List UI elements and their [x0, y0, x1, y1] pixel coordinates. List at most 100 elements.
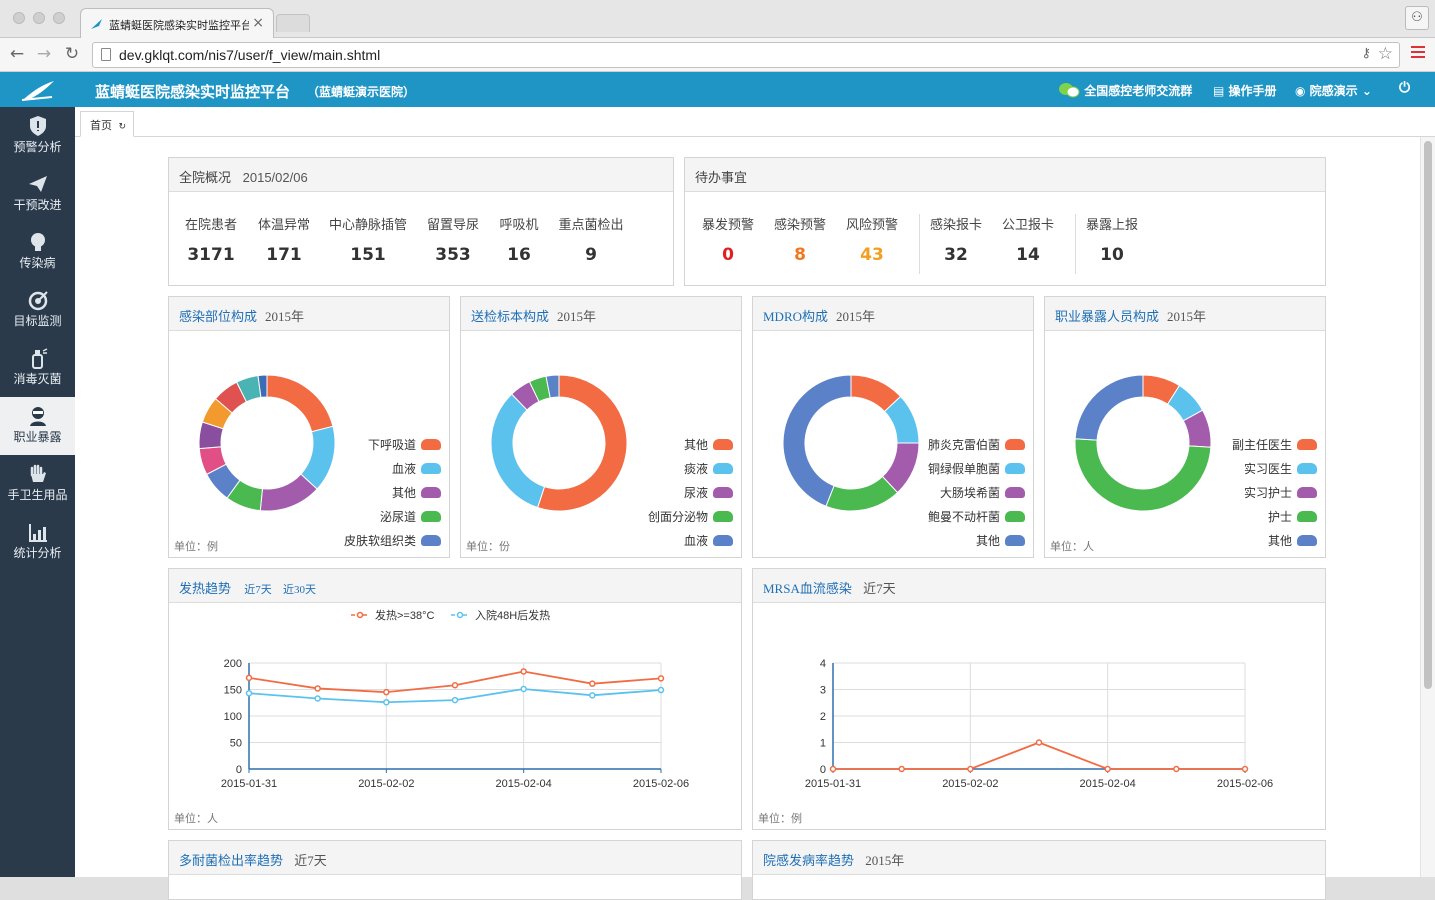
- data-point[interactable]: [451, 682, 459, 689]
- todo-stat[interactable]: 感染预警 8: [760, 214, 840, 265]
- data-point[interactable]: [1035, 739, 1043, 746]
- legend-item[interactable]: 发热>=38°C: [351, 608, 434, 622]
- donut-slice[interactable]: [825, 475, 899, 512]
- sidebar-logo[interactable]: [0, 72, 75, 107]
- data-point[interactable]: [383, 698, 390, 706]
- legend-item[interactable]: 泌尿道: [380, 508, 441, 525]
- legend-item[interactable]: 护士: [1268, 508, 1317, 525]
- donut-title[interactable]: 送检标本构成: [471, 309, 549, 324]
- sidebar-item[interactable]: 消毒灭菌: [0, 339, 75, 397]
- power-icon[interactable]: ⏻: [1399, 80, 1410, 96]
- donut-title[interactable]: 职业暴露人员构成: [1055, 309, 1159, 324]
- overview-stat[interactable]: 体温异常 171: [239, 214, 329, 265]
- window-zoom-dot[interactable]: [53, 12, 65, 24]
- legend-item[interactable]: 肺炎克雷伯菌: [928, 436, 1025, 453]
- donut-slice[interactable]: [1074, 374, 1144, 441]
- bookmark-star-icon[interactable]: ☆: [1378, 44, 1393, 64]
- donut-slice[interactable]: [1074, 438, 1212, 512]
- legend-item[interactable]: 入院48H后发热: [451, 608, 550, 622]
- donut-title[interactable]: 感染部位构成: [179, 309, 257, 324]
- data-point[interactable]: [451, 696, 459, 704]
- data-point[interactable]: [967, 765, 974, 773]
- overview-stat[interactable]: 中心静脉插管 151: [323, 214, 413, 265]
- sidebar-item[interactable]: 统计分析: [0, 513, 75, 571]
- data-point[interactable]: [657, 675, 665, 682]
- data-point[interactable]: [589, 692, 596, 699]
- manual-link[interactable]: ▤ 操作手册: [1213, 82, 1277, 99]
- legend-item[interactable]: 下呼吸道: [368, 436, 441, 453]
- sidebar-item[interactable]: 干预改进: [0, 165, 75, 223]
- data-point[interactable]: [245, 674, 253, 682]
- todo-stat[interactable]: 感染报卡 32: [916, 214, 996, 265]
- todo-stat[interactable]: 风险预警 43: [832, 214, 912, 265]
- donut-slice[interactable]: [490, 393, 546, 509]
- sidebar-item[interactable]: 职业暴露: [0, 397, 75, 455]
- data-point[interactable]: [383, 688, 390, 696]
- data-point[interactable]: [520, 668, 527, 675]
- data-point[interactable]: [898, 765, 905, 773]
- legend-item[interactable]: 大肠埃希菌: [940, 484, 1025, 501]
- overview-stat[interactable]: 重点菌检出 9: [546, 214, 636, 265]
- reload-icon[interactable]: ↻: [61, 43, 83, 65]
- key-icon[interactable]: ⚷: [1361, 46, 1371, 61]
- tab-home[interactable]: 首页 ↻: [80, 111, 134, 137]
- todo-stat[interactable]: 暴发预警 0: [688, 214, 768, 265]
- user-menu[interactable]: ◉ 院感演示 ⌄: [1295, 82, 1372, 99]
- legend-item[interactable]: 实习医生: [1244, 460, 1317, 477]
- donut-title[interactable]: MDRO构成: [763, 309, 828, 324]
- data-point[interactable]: [1173, 765, 1180, 773]
- data-point[interactable]: [314, 695, 321, 702]
- legend-item[interactable]: 血液: [684, 532, 733, 549]
- new-tab-button[interactable]: [276, 14, 310, 32]
- mrsa-title[interactable]: MRSA血流感染: [763, 581, 852, 596]
- data-point[interactable]: [1241, 765, 1249, 773]
- legend-item[interactable]: 实习护士: [1244, 484, 1317, 501]
- legend-item[interactable]: 痰液: [684, 460, 733, 477]
- forward-arrow-icon[interactable]: →: [33, 43, 55, 65]
- mdr-trend-title[interactable]: 多耐菌检出率趋势: [179, 853, 283, 868]
- address-url[interactable]: dev.gklqt.com/nis7/user/f_view/main.shtm…: [119, 47, 380, 63]
- address-bar[interactable]: dev.gklqt.com/nis7/user/f_view/main.shtm…: [92, 42, 1400, 68]
- sidebar-item[interactable]: 手卫生用品: [0, 455, 75, 513]
- donut-slice[interactable]: [782, 374, 852, 507]
- tab-close-icon[interactable]: ×: [252, 15, 264, 31]
- profile-icon[interactable]: ⚇: [1405, 6, 1429, 30]
- window-minimize-dot[interactable]: [33, 12, 45, 24]
- sidebar-item[interactable]: 目标监测: [0, 281, 75, 339]
- todo-stat[interactable]: 公卫报卡 14: [988, 214, 1068, 265]
- wechat-group-link[interactable]: 全国感控老师交流群: [1058, 82, 1192, 99]
- fever-30days-link[interactable]: 近30天: [283, 584, 316, 596]
- data-point[interactable]: [829, 765, 837, 773]
- browser-tab[interactable]: 蓝蜻蜓医院感染实时监控平台 ×: [80, 8, 274, 38]
- legend-item[interactable]: 血液: [392, 460, 441, 477]
- page-scrollbar[interactable]: [1420, 137, 1435, 877]
- scrollbar-thumb[interactable]: [1424, 141, 1432, 689]
- data-point[interactable]: [245, 689, 253, 697]
- legend-item[interactable]: 其他: [684, 436, 733, 453]
- legend-item[interactable]: 其他: [392, 484, 441, 501]
- legend-item[interactable]: 创面分泌物: [648, 508, 733, 525]
- fever-7days-link[interactable]: 近7天: [244, 584, 272, 596]
- browser-menu-icon[interactable]: [1411, 46, 1425, 62]
- window-close-dot[interactable]: [13, 12, 25, 24]
- incidence-title[interactable]: 院感发病率趋势: [763, 853, 854, 868]
- data-point[interactable]: [314, 685, 321, 692]
- fever-title[interactable]: 发热趋势: [179, 581, 231, 596]
- legend-item[interactable]: 铜绿假单胞菌: [928, 460, 1025, 477]
- refresh-icon[interactable]: ↻: [119, 122, 127, 132]
- todo-stat[interactable]: 暴露上报 10: [1072, 214, 1152, 265]
- data-point[interactable]: [1104, 765, 1111, 773]
- legend-item[interactable]: 尿液: [684, 484, 733, 501]
- sidebar-item[interactable]: 传染病: [0, 223, 75, 281]
- legend-item[interactable]: 鲍曼不动杆菌: [928, 508, 1025, 525]
- data-point[interactable]: [589, 680, 596, 687]
- sidebar-item[interactable]: 预警分析: [0, 107, 75, 165]
- data-point[interactable]: [520, 685, 527, 693]
- legend-item[interactable]: 副主任医生: [1232, 436, 1317, 453]
- legend-item[interactable]: 其他: [1268, 532, 1317, 549]
- data-point[interactable]: [657, 686, 665, 694]
- legend-item[interactable]: 皮肤软组织类: [344, 532, 441, 549]
- back-arrow-icon[interactable]: ←: [6, 43, 28, 65]
- donut-slice[interactable]: [266, 374, 334, 433]
- legend-item[interactable]: 其他: [976, 532, 1025, 549]
